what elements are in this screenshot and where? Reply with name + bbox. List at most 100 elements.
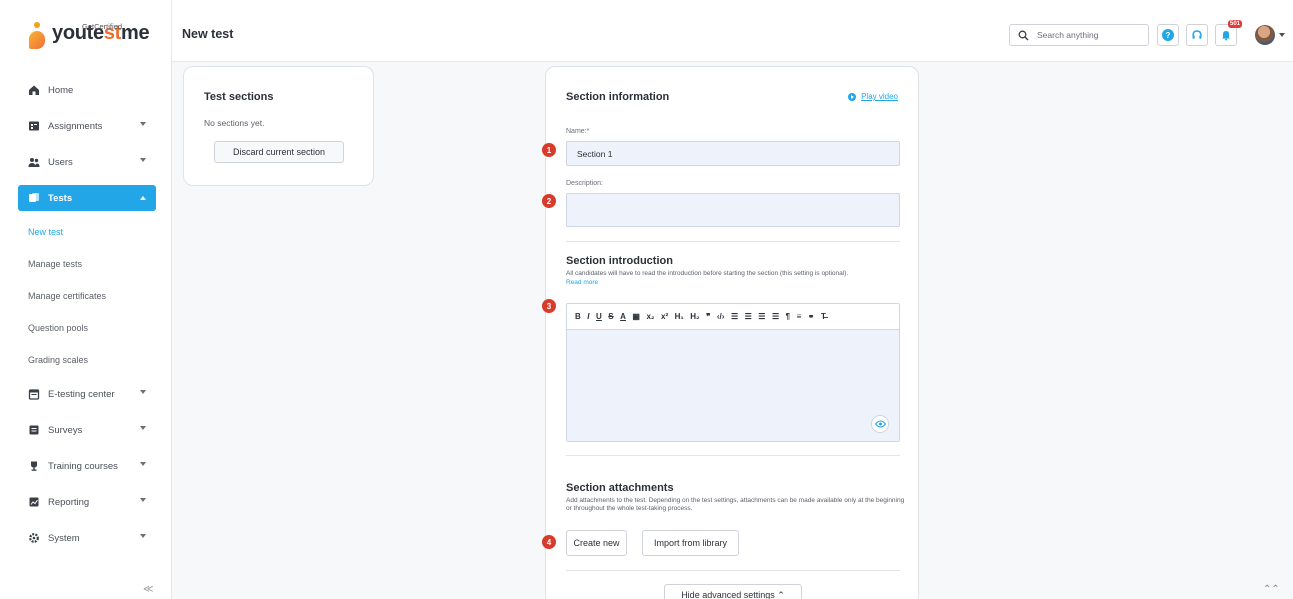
sidebar-item-label: Training courses <box>48 460 118 472</box>
chevron-down-icon[interactable] <box>1279 33 1285 37</box>
sidebar-item-surveys[interactable]: Surveys <box>18 412 156 448</box>
sidebar-item-label: Assignments <box>48 120 103 132</box>
step-marker-4: 4 <box>542 535 556 549</box>
align-button[interactable]: ≡ <box>797 312 802 321</box>
sidebar-subitem-question-pools[interactable]: Question pools <box>18 312 156 344</box>
help-icon: ? <box>1162 29 1174 41</box>
code-button[interactable]: ‹/› <box>717 312 725 321</box>
sidebar-item-label: E-testing center <box>48 388 115 400</box>
avatar[interactable] <box>1255 25 1275 45</box>
sidebar-item-tests[interactable]: Tests <box>18 185 156 211</box>
sidebar-item-e-testing-center[interactable]: E-testing center <box>18 376 156 412</box>
section-information-card: Section information Play video Name:* Se… <box>545 66 919 599</box>
calendar-icon <box>28 389 40 400</box>
headset-icon <box>1192 30 1202 39</box>
quote-button[interactable]: ❞ <box>706 312 710 321</box>
play-video-link[interactable]: Play video <box>848 92 898 101</box>
notifications-button[interactable]: 501 <box>1215 20 1242 46</box>
text-color-button[interactable]: A <box>620 312 626 321</box>
sidebar-subitem-manage-certificates[interactable]: Manage certificates <box>18 280 156 312</box>
heading1-button[interactable]: H₁ <box>675 312 684 321</box>
text-direction-button[interactable]: ¶ <box>786 312 790 321</box>
read-more-link[interactable]: Read more <box>566 279 598 286</box>
sidebar-item-reporting[interactable]: Reporting <box>18 484 156 520</box>
home-icon <box>29 85 39 95</box>
page-title: New test <box>182 27 234 41</box>
search-input[interactable]: Search anything <box>1009 24 1149 46</box>
eye-icon <box>874 420 886 428</box>
preview-button[interactable] <box>871 415 889 433</box>
clear-format-button[interactable]: T̶ <box>821 312 826 321</box>
bold-button[interactable]: B <box>575 312 581 321</box>
section-description-input[interactable] <box>566 193 900 227</box>
chevron-down-icon <box>140 534 146 538</box>
heading2-button[interactable]: H₂ <box>690 312 699 321</box>
ordered-list-button[interactable]: ☰ <box>731 312 738 321</box>
sidebar-item-label: Tests <box>48 192 73 204</box>
sidebar-subitem-manage-tests[interactable]: Manage tests <box>18 248 156 280</box>
sidebar-nav: Home Assignments Users Tests New test Ma… <box>18 72 156 556</box>
test-sections-title: Test sections <box>204 91 274 103</box>
tests-icon <box>29 193 39 202</box>
import-from-library-button[interactable]: Import from library <box>642 530 739 556</box>
section-attachments-description: Add attachments to the test. Depending o… <box>566 497 905 512</box>
description-label: Description: <box>566 180 603 187</box>
logo-mark-icon <box>28 22 46 52</box>
chevron-down-icon <box>140 390 146 394</box>
rich-text-editor[interactable]: B I U S A ▦ x₂ x² H₁ H₂ ❞ ‹/› ☰ ☰ ☰ ☰ ¶ … <box>566 303 900 442</box>
section-introduction-description: All candidates will have to read the int… <box>566 270 849 277</box>
hide-advanced-settings-button[interactable]: Hide advanced settings ⌃ <box>664 584 802 599</box>
editor-toolbar: B I U S A ▦ x₂ x² H₁ H₂ ❞ ‹/› ☰ ☰ ☰ ☰ ¶ … <box>567 304 899 330</box>
surveys-icon <box>29 425 39 435</box>
divider <box>566 455 900 456</box>
help-button[interactable]: ? <box>1157 24 1179 46</box>
underline-button[interactable]: U <box>596 312 602 321</box>
italic-button[interactable]: I <box>587 312 589 321</box>
discard-current-section-button[interactable]: Discard current section <box>214 141 344 163</box>
sidebar-item-label: System <box>48 532 80 544</box>
test-sections-card: Test sections No sections yet. Discard c… <box>183 66 374 186</box>
sidebar-item-assignments[interactable]: Assignments <box>18 108 156 144</box>
bell-icon <box>1222 31 1230 41</box>
indent-button[interactable]: ☰ <box>772 312 779 321</box>
collapse-sidebar-button[interactable]: ≪ <box>143 584 153 595</box>
play-video-label: Play video <box>861 92 898 101</box>
support-button[interactable] <box>1186 24 1208 46</box>
sidebar-item-home[interactable]: Home <box>18 72 156 108</box>
section-information-title: Section information <box>566 91 670 103</box>
create-new-button[interactable]: Create new <box>566 530 627 556</box>
sidebar-item-training-courses[interactable]: Training courses <box>18 448 156 484</box>
divider <box>566 570 900 571</box>
step-marker-3: 3 <box>542 299 556 313</box>
link-button[interactable]: ⚭ <box>808 312 815 321</box>
section-introduction-title: Section introduction <box>566 255 673 267</box>
trophy-icon <box>31 461 37 471</box>
gear-icon <box>29 533 39 543</box>
chevron-down-icon <box>140 498 146 502</box>
chevron-down-icon <box>140 426 146 430</box>
sidebar-subitem-grading-scales[interactable]: Grading scales <box>18 344 156 376</box>
highlight-button[interactable]: ▦ <box>632 312 640 321</box>
top-header: New test Search anything ? 501 <box>172 0 1293 62</box>
sidebar-item-label: Home <box>48 84 74 96</box>
sidebar-item-label: Users <box>48 156 73 168</box>
editor-body[interactable] <box>567 330 899 441</box>
outdent-button[interactable]: ☰ <box>758 312 765 321</box>
scroll-to-top-button[interactable]: ⌃⌃ <box>1263 584 1280 595</box>
section-name-input[interactable]: Section 1 <box>566 141 900 166</box>
sidebar-item-label: Reporting <box>48 496 90 508</box>
sidebar-subitem-new-test[interactable]: New test <box>18 216 156 248</box>
strikethrough-button[interactable]: S <box>608 312 613 321</box>
notification-count-badge: 501 <box>1227 20 1242 28</box>
reporting-icon <box>29 497 39 507</box>
superscript-button[interactable]: x² <box>661 312 668 321</box>
divider <box>566 241 900 242</box>
users-icon <box>28 158 40 167</box>
chevron-up-icon <box>140 196 146 200</box>
bullet-list-button[interactable]: ☰ <box>745 312 752 321</box>
step-marker-2: 2 <box>542 194 556 208</box>
sidebar-item-system[interactable]: System <box>18 520 156 556</box>
subscript-button[interactable]: x₂ <box>646 312 654 321</box>
section-attachments-title: Section attachments <box>566 482 674 494</box>
sidebar-item-users[interactable]: Users <box>18 144 156 180</box>
